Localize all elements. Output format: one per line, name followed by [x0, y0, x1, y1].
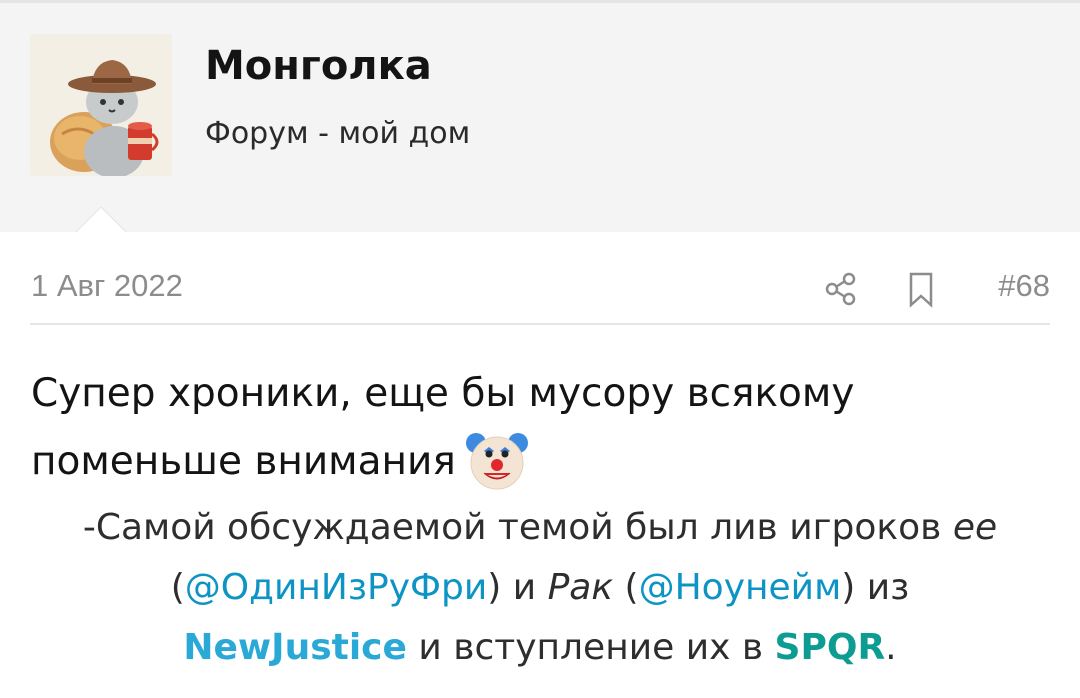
quote-text: (: [170, 567, 185, 608]
quoted-image[interactable]: -Самой обсуждаемой темой был лив игроков…: [30, 498, 1050, 678]
quote-line-2: (@ОдинИзРуФри) и Рак (@Ноунейм) из: [30, 558, 1050, 618]
quote-italic-name: Рак: [547, 567, 614, 608]
quote-text: .: [885, 627, 897, 668]
clown-face-icon: [464, 427, 530, 493]
post-body: Супер хроники, еще бы мусору всякому пом…: [31, 360, 1051, 497]
team-name: SPQR: [774, 627, 886, 668]
post-divider: [30, 323, 1050, 325]
quote-text: (: [613, 567, 639, 608]
user-header: Монголка Форум - мой дом: [0, 3, 1080, 232]
user-title: Форум - мой дом: [205, 116, 471, 151]
cat-with-hat-avatar-icon[interactable]: [30, 34, 172, 176]
quote-text: ) и: [487, 567, 548, 608]
share-icon[interactable]: [817, 266, 863, 312]
quote-text: ) из: [841, 567, 910, 608]
quote-text: -Самой обсуждаемой темой был лив игроков: [82, 507, 953, 548]
post-text-line: Супер хроники, еще бы мусору всякому: [31, 371, 855, 416]
post-text-line2: поменьше внимания: [31, 439, 456, 484]
quote-italic-name: ее: [952, 507, 998, 548]
post-date[interactable]: 1 Авг 2022: [31, 268, 183, 304]
mention-link: @Ноунейм: [638, 567, 842, 608]
quote-line-3: NewJustice и вступление их в SPQR.: [30, 618, 1050, 678]
mention-link: @ОдинИзРуФри: [184, 567, 488, 608]
team-name: NewJustice: [183, 627, 407, 668]
speech-arrow-notch: [74, 207, 128, 234]
bookmark-icon[interactable]: [898, 266, 944, 312]
post-number-link[interactable]: #68: [998, 268, 1050, 304]
post-text-line: поменьше внимания: [31, 428, 1051, 497]
quote-text: и вступление их в: [406, 627, 775, 668]
quote-line-1: -Самой обсуждаемой темой был лив игроков…: [30, 498, 1050, 558]
user-name[interactable]: Монголка: [205, 43, 432, 89]
